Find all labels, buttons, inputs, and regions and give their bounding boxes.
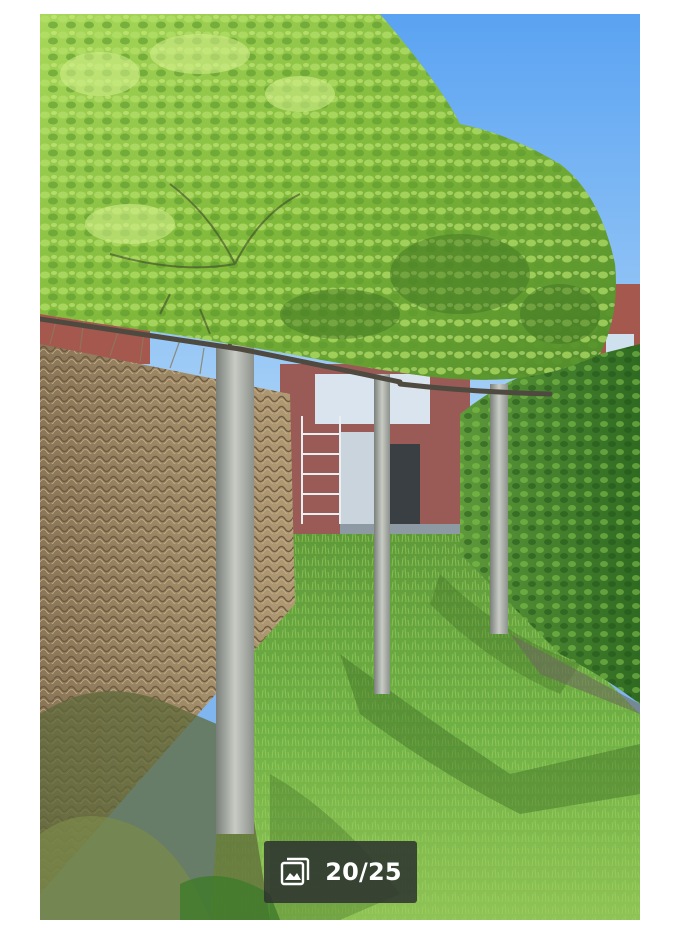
gallery-counter-button[interactable]: 20/25 — [264, 841, 417, 903]
image-gallery-icon — [279, 856, 311, 888]
gallery-counter-text: 20/25 — [325, 858, 402, 886]
gallery-photo[interactable]: 20/25 — [40, 14, 640, 920]
garden-photo-illustration — [40, 14, 640, 920]
